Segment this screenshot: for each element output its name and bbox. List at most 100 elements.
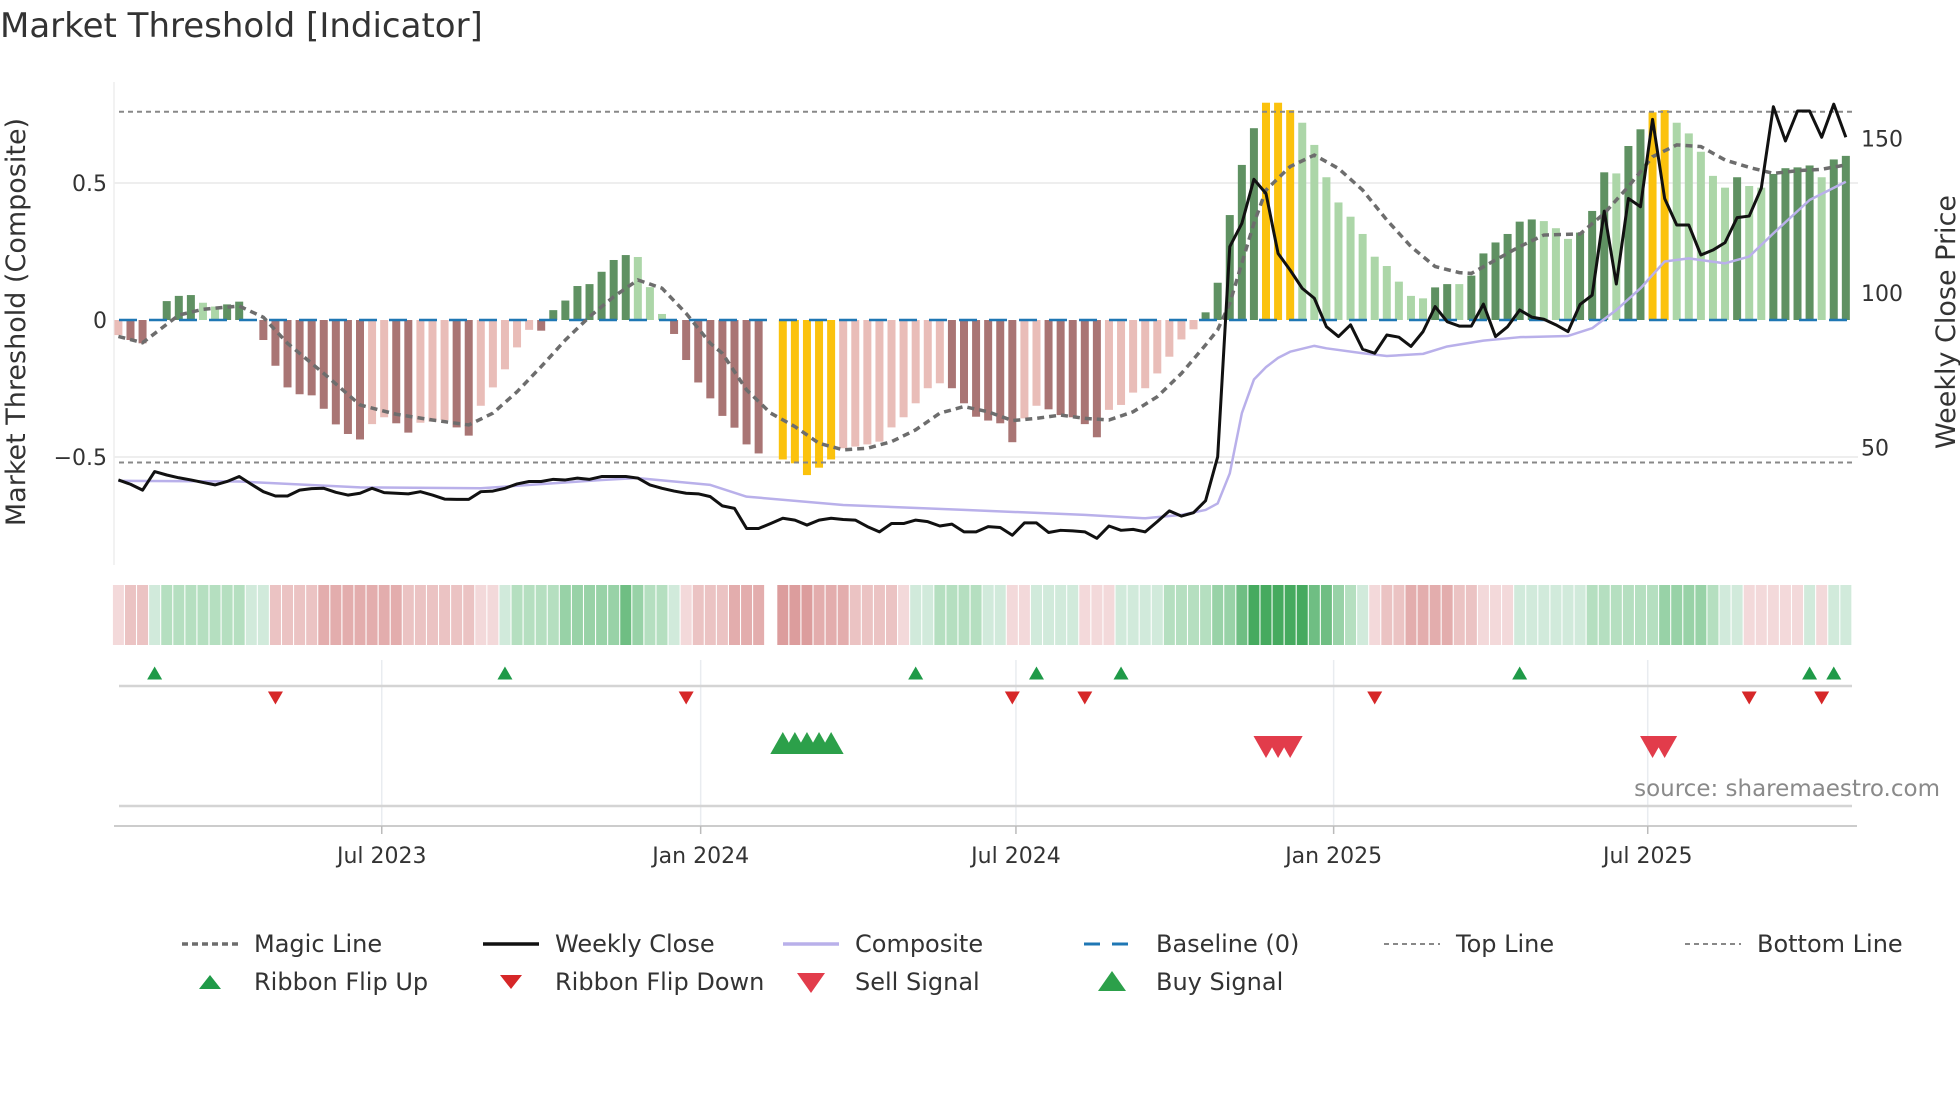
legend-item-flipdown: Ribbon Flip Down: [481, 968, 764, 996]
ribbon-cell: [185, 585, 197, 645]
composite-bar: [1032, 320, 1041, 406]
ribbon-cell: [1610, 585, 1622, 645]
legend-item-flipup: Ribbon Flip Up: [180, 968, 428, 996]
ribbon-cell: [1659, 585, 1671, 645]
ribbon-cell: [1816, 585, 1828, 645]
composite-bar: [754, 320, 763, 454]
ribbon-cell: [1707, 585, 1719, 645]
legend-item-close: Weekly Close: [481, 930, 715, 958]
ribbon-cell: [221, 585, 233, 645]
ribbon-cell: [1091, 585, 1103, 645]
composite-bar: [742, 320, 751, 445]
ribbon-cell: [849, 585, 861, 645]
composite-bar: [1660, 110, 1669, 320]
ribbon-cell: [306, 585, 318, 645]
ribbon-cell: [1127, 585, 1139, 645]
signal-markers: [119, 666, 1852, 808]
composite-bar: [1310, 144, 1319, 320]
legend-label: Baseline (0): [1156, 930, 1300, 958]
ribbon-cell: [873, 585, 885, 645]
legend-item-top: Top Line: [1382, 930, 1554, 958]
ribbon-cell: [825, 585, 837, 645]
ribbon-flip-up-marker: [497, 666, 513, 680]
ribbon-cell: [1647, 585, 1659, 645]
ribbon-cell: [1308, 585, 1320, 645]
composite-bar: [1781, 168, 1790, 320]
ribbon-cell: [1598, 585, 1610, 645]
ribbon-cell: [402, 585, 414, 645]
composite-line: [118, 180, 1847, 520]
ribbon-cell: [1357, 585, 1369, 645]
composite-bar: [1177, 320, 1186, 340]
composite-bar: [1491, 242, 1500, 320]
legend-magic-swatch-icon: [182, 942, 238, 946]
ribbon-cell: [958, 585, 970, 645]
ribbon-cell: [608, 585, 620, 645]
ribbon-cell: [571, 585, 583, 645]
composite-bar: [392, 320, 401, 424]
composite-bar: [887, 320, 896, 428]
ribbon-cell: [1840, 585, 1852, 645]
ribbon-cell: [1284, 585, 1296, 645]
ribbon-cell: [1175, 585, 1187, 645]
ribbon-cell: [1792, 585, 1804, 645]
composite-bar: [186, 295, 195, 320]
composite-bar: [1213, 282, 1222, 320]
ribbon-cell: [1719, 585, 1731, 645]
legend-label: Ribbon Flip Down: [555, 968, 765, 996]
composite-bar: [1358, 233, 1367, 320]
composite-bar: [1068, 320, 1077, 418]
ribbon-cell: [197, 585, 209, 645]
composite-bar: [1141, 320, 1150, 389]
composite-bar: [500, 320, 509, 370]
composite-bar: [162, 301, 171, 320]
ribbon-cell: [704, 585, 716, 645]
ribbon-cell: [1393, 585, 1405, 645]
ribbon-flip-up-marker: [908, 666, 924, 680]
ribbon-cell: [366, 585, 378, 645]
ribbon-cell: [680, 585, 692, 645]
composite-bar: [1406, 295, 1415, 320]
legend-close-swatch-icon: [483, 942, 539, 946]
composite-bar: [319, 320, 328, 409]
ribbon-cell: [1634, 585, 1646, 645]
ribbon-cell: [1369, 585, 1381, 645]
ribbon-flip-up-marker: [1802, 666, 1818, 680]
y-tick-label: 0.5: [72, 172, 107, 197]
ribbon-cell: [1453, 585, 1465, 645]
ribbon-flip-up-marker: [147, 666, 163, 680]
ribbon-cell: [245, 585, 257, 645]
legend-label: Magic Line: [254, 930, 383, 958]
ribbon-cell: [1562, 585, 1574, 645]
ribbon-cell: [161, 585, 173, 645]
source-label: source: sharemaestro.com: [1634, 776, 1940, 802]
composite-bar: [561, 300, 570, 320]
ribbon-cell: [934, 585, 946, 645]
y-right-tick-label: 150: [1861, 128, 1903, 153]
composite-bar: [1443, 284, 1452, 320]
ribbon-cell: [898, 585, 910, 645]
ribbon-cell: [584, 585, 596, 645]
ribbon-cell: [451, 585, 463, 645]
composite-bar: [464, 320, 473, 436]
composite-bar: [1624, 146, 1633, 320]
ribbon-cell: [439, 585, 451, 645]
ribbon-cell: [1538, 585, 1550, 645]
ribbon-cell: [620, 585, 632, 645]
ribbon-cell: [1212, 585, 1224, 645]
ribbon-cell: [209, 585, 221, 645]
ribbon-cell: [112, 585, 124, 645]
ribbon-cell: [946, 585, 958, 645]
composite-bar: [1129, 320, 1138, 393]
ribbon-cell: [1779, 585, 1791, 645]
composite-bar: [1008, 320, 1017, 443]
composite-bar: [996, 320, 1005, 424]
ribbon-cell: [982, 585, 994, 645]
legend-flipup-swatch-icon: [199, 975, 221, 989]
composite-bar: [126, 320, 135, 341]
ribbon-cell: [668, 585, 680, 645]
composite-bar: [1503, 233, 1512, 320]
composite-bar: [380, 320, 389, 418]
ribbon-cell: [257, 585, 269, 645]
composite-bar: [114, 320, 123, 336]
